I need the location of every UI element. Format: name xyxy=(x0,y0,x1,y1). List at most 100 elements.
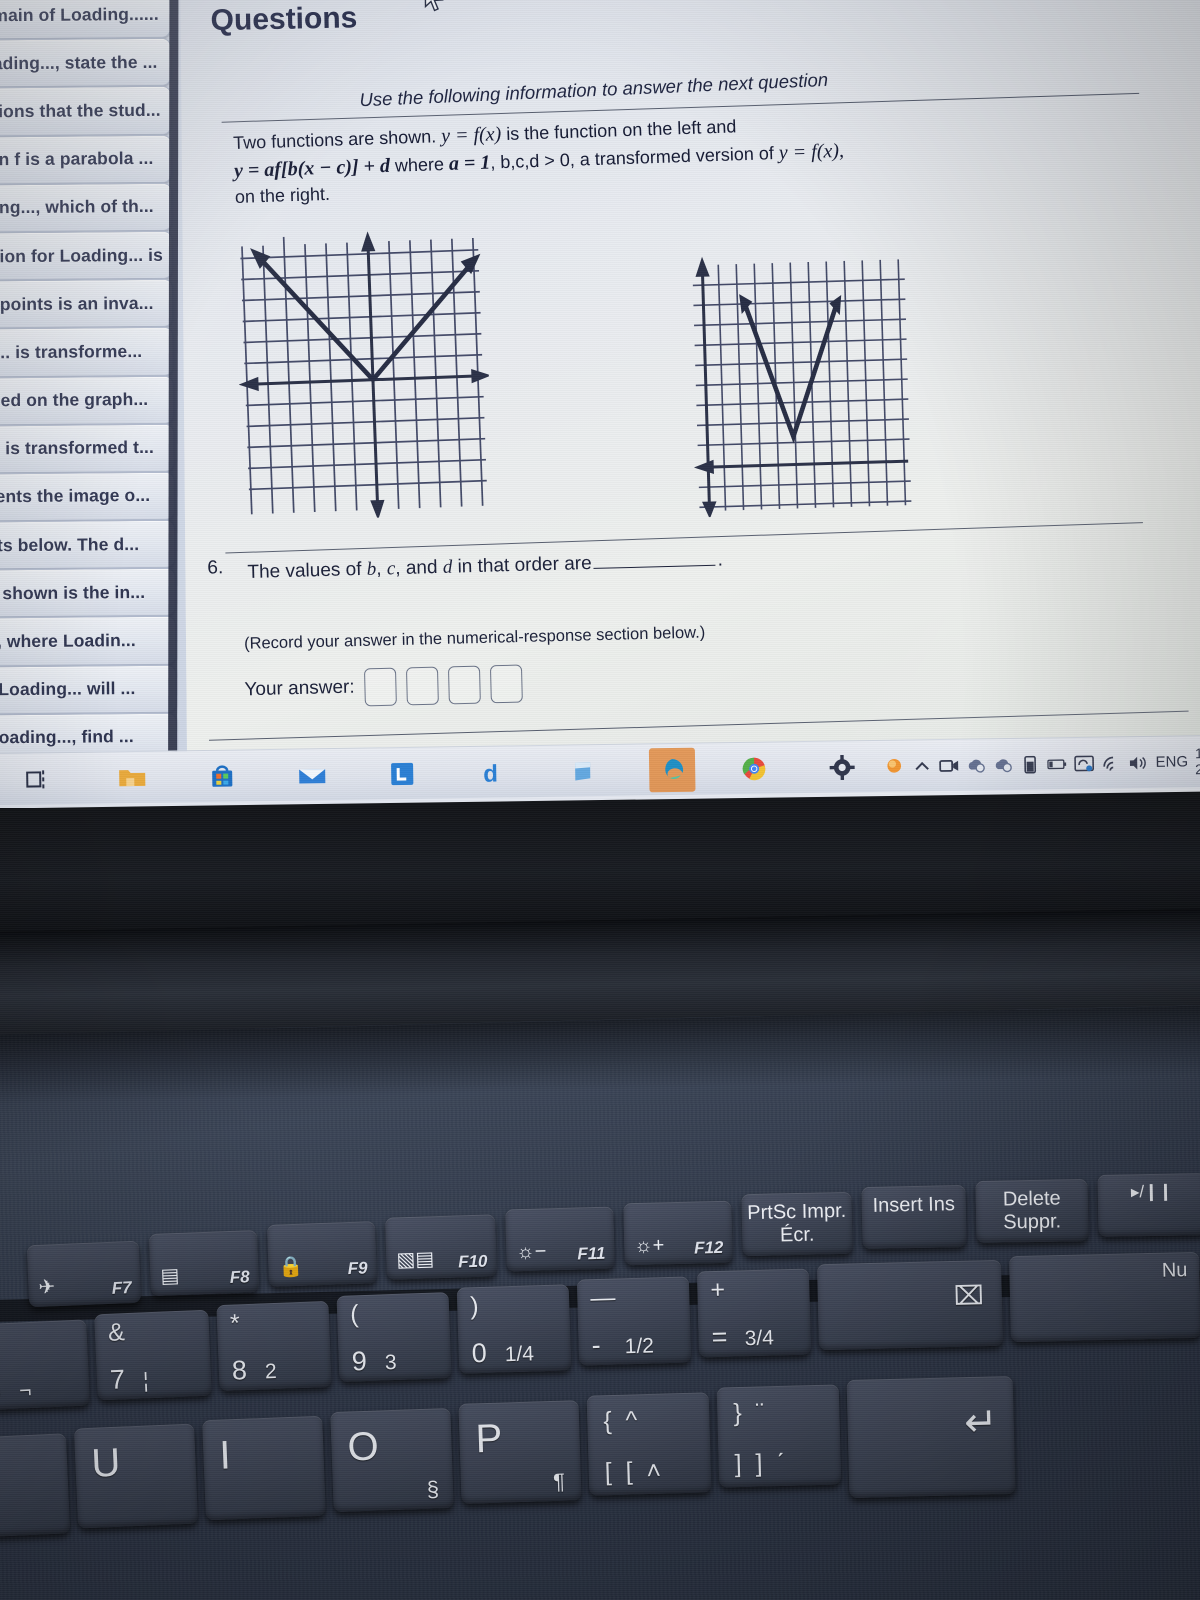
answer-digit-box-4[interactable] xyxy=(490,664,524,704)
key-6-label: 6 xyxy=(0,1375,2,1406)
sidebar-item[interactable]: ding..., which of th... xyxy=(0,182,173,233)
sidebar-item[interactable]: .., where Loadin... xyxy=(0,616,177,667)
key-bracket-left[interactable]: { ^ [ [ ˄ xyxy=(586,1392,712,1496)
key-print-screen[interactable]: PrtSc Impr. Écr. xyxy=(741,1191,853,1257)
show-hidden-icons-chevron-icon[interactable] xyxy=(912,756,932,776)
key-i[interactable]: I xyxy=(202,1415,326,1521)
key-f8[interactable]: ▤ F8 xyxy=(148,1229,260,1297)
sidebar-item[interactable]: omain of Loading...... xyxy=(0,0,171,40)
key-f11[interactable]: ☼− F11 xyxy=(505,1206,615,1272)
key-o[interactable]: O § xyxy=(330,1407,454,1513)
key-8[interactable]: * 8 2 xyxy=(216,1300,332,1392)
key-f10[interactable]: ▧▤ F10 xyxy=(385,1214,497,1280)
key-u[interactable]: U xyxy=(73,1423,199,1529)
key-y[interactable]: Y xyxy=(0,1433,71,1539)
sidebar-item-label: ations that the stud... xyxy=(0,99,161,122)
sidebar-item-label: .., where Loadin... xyxy=(0,630,136,652)
sidebar-item[interactable]: h shown is the in... xyxy=(0,567,176,618)
sidebar-item[interactable]: med on the graph... xyxy=(0,375,175,426)
key-7-shift-label: & xyxy=(107,1318,126,1347)
key-insert[interactable]: Insert Ins xyxy=(861,1184,967,1250)
notes-app-icon[interactable] xyxy=(559,749,606,794)
sidebar-item[interactable]: f Loading... will ... xyxy=(0,664,177,715)
battery-icon[interactable] xyxy=(1047,754,1067,774)
key-bracket-right[interactable]: } ¨ ] ] ˊ xyxy=(716,1384,842,1488)
key-f9-label: F9 xyxy=(347,1258,368,1279)
key-num-lock-label: Nu xyxy=(1161,1259,1188,1282)
key-equals[interactable]: + = 3/4 xyxy=(696,1268,812,1358)
answer-digit-box-1[interactable] xyxy=(364,667,398,707)
lanschool-icon[interactable] xyxy=(379,751,426,796)
key-9-altgr-label: 3 xyxy=(384,1350,397,1374)
file-explorer-icon[interactable] xyxy=(109,755,156,800)
key-num-lock[interactable]: Nu xyxy=(1009,1251,1200,1343)
device-icon[interactable] xyxy=(1020,754,1040,774)
microsoft-edge-icon[interactable] xyxy=(648,747,696,792)
question-list-sidebar[interactable]: omain of Loading...... oading..., state … xyxy=(0,0,188,762)
duolingo-icon[interactable]: d xyxy=(469,750,516,795)
google-chrome-icon[interactable] xyxy=(731,746,778,791)
key-6[interactable]: ? 6 ¬ xyxy=(0,1319,90,1411)
key-minus-altgr-label: 1/2 xyxy=(624,1334,655,1358)
info-line1-a: Two functions are shown. xyxy=(232,126,442,154)
sidebar-item[interactable]: ation for Loading... is xyxy=(0,230,173,281)
key-delete[interactable]: Delete Suppr. xyxy=(975,1178,1089,1244)
graph-left-parent-function xyxy=(238,231,492,521)
wifi-icon[interactable] xyxy=(1101,753,1121,773)
key-play-pause[interactable]: ▸/❙❙ xyxy=(1097,1173,1200,1237)
display-sync-icon[interactable] xyxy=(1074,753,1095,773)
sidebar-item[interactable]: g... is transforme... xyxy=(0,327,174,377)
info-math-fx-2: y = f(x), xyxy=(778,139,845,164)
key-o-label: O xyxy=(346,1424,380,1470)
search-highlight-icon[interactable] xyxy=(885,756,905,776)
info-line3: on the right. xyxy=(234,184,331,208)
key-equals-altgr-label: 3/4 xyxy=(744,1326,775,1350)
onedrive-cloud-secondary-icon[interactable] xyxy=(993,754,1013,774)
question-number: 6. xyxy=(207,557,224,579)
key-7[interactable]: & 7 ¦ xyxy=(94,1309,212,1401)
sidebar-item[interactable]: ations that the stud... xyxy=(0,86,172,136)
system-tray[interactable]: ENG 12 20 xyxy=(885,746,1200,781)
graph-right-transformed-function xyxy=(692,256,912,518)
sidebar-item[interactable]: nts below. The d... xyxy=(0,519,176,570)
task-view-icon[interactable] xyxy=(15,757,62,802)
mail-icon[interactable] xyxy=(289,753,336,798)
microsoft-store-icon[interactable] xyxy=(199,754,246,799)
language-indicator[interactable]: ENG xyxy=(1155,753,1188,770)
key-insert-label: Insert Ins xyxy=(872,1193,956,1217)
key-enter[interactable]: ↵ xyxy=(846,1375,1016,1499)
key-equals-label: = xyxy=(711,1322,728,1353)
settings-gear-icon[interactable] xyxy=(819,745,866,790)
onedrive-cloud-icon[interactable] xyxy=(966,755,986,775)
brightness-up-icon: ☼+ xyxy=(634,1234,665,1258)
question-text: The values of b, c, and d in that order … xyxy=(247,547,807,584)
sidebar-item[interactable]: g points is an inva... xyxy=(0,278,174,329)
key-minus-shift-label: — xyxy=(589,1283,616,1313)
key-f12[interactable]: ☼+ F12 xyxy=(623,1200,733,1266)
answer-digit-box-3[interactable] xyxy=(448,665,482,705)
key-f7[interactable]: ✈ F7 xyxy=(26,1240,142,1308)
sidebar-item[interactable]: sents the image o... xyxy=(0,471,175,522)
key-p-label: P xyxy=(474,1416,503,1462)
key-equals-shift-label: + xyxy=(710,1275,726,1305)
key-f9[interactable]: 🔒 F9 xyxy=(266,1221,378,1287)
sidebar-item[interactable]: oading..., state the ... xyxy=(0,37,172,88)
answer-row: Your answer: xyxy=(244,664,524,710)
key-o-altgr-label: § xyxy=(426,1475,440,1502)
question-var-d: d xyxy=(442,556,453,578)
answer-digit-box-2[interactable] xyxy=(406,666,440,706)
key-minus[interactable]: — - 1/2 xyxy=(576,1276,692,1366)
sidebar-item[interactable]: ion f is a parabola ... xyxy=(0,134,173,185)
question-instruction: (Record your answer in the numerical-res… xyxy=(243,623,706,653)
key-p[interactable]: P ¶ xyxy=(458,1400,582,1504)
key-7-altgr-label: ¦ xyxy=(142,1368,150,1393)
sidebar-item[interactable]: ... is transformed t... xyxy=(0,423,175,474)
key-f12-label: F12 xyxy=(693,1237,724,1258)
key-9[interactable]: ( 9 3 xyxy=(336,1292,452,1382)
key-0-altgr-label: 1/4 xyxy=(504,1341,535,1366)
key-backspace[interactable]: ⌧ xyxy=(816,1259,1004,1351)
camera-icon[interactable] xyxy=(939,755,959,775)
key-0[interactable]: ) 0 1/4 xyxy=(456,1284,572,1374)
clock[interactable]: 12 20 xyxy=(1195,746,1200,777)
volume-speaker-icon[interactable] xyxy=(1128,752,1148,772)
